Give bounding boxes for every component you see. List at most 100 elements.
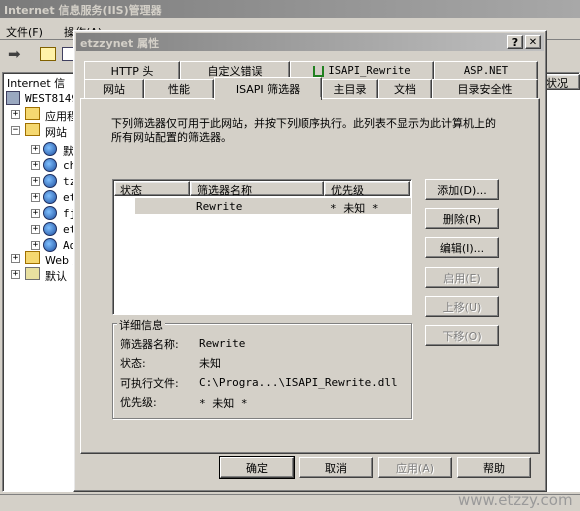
dialog-title-bar: etzzynet 属性 (76, 33, 544, 51)
expand-icon[interactable]: + (31, 177, 40, 186)
detail-name-value: Rewrite (199, 337, 246, 350)
column-header-status[interactable]: 状况 (542, 74, 580, 90)
help-button[interactable]: 帮助 (457, 457, 531, 478)
detail-exe-value: C:\Progra...\ISAPI_Rewrite.dll (199, 376, 398, 389)
close-button[interactable]: ✕ (525, 35, 541, 49)
expand-icon[interactable]: + (31, 241, 40, 250)
add-button[interactable]: 添加(D)... (425, 179, 499, 200)
main-title-bar: Internet 信息服务(IIS)管理器 (0, 0, 580, 18)
enable-button[interactable]: 启用(E) (425, 267, 499, 288)
isapi-rewrite-icon (313, 65, 325, 77)
ok-button[interactable]: 确定 (219, 456, 295, 479)
expand-icon[interactable]: + (31, 145, 40, 154)
filter-list[interactable]: 状态 筛选器名称 优先级 Rewrite * 未知 * (112, 179, 412, 315)
globe-icon (43, 158, 57, 172)
collapse-icon[interactable]: − (11, 126, 20, 135)
apply-button-label: 应用(A) (395, 461, 435, 475)
expand-icon[interactable]: + (11, 254, 20, 263)
expand-icon[interactable]: + (31, 161, 40, 170)
toolbar: ➡ (0, 42, 80, 68)
globe-icon (43, 190, 57, 204)
enable-button-label: 启用(E) (443, 271, 481, 285)
detail-status-value: 未知 (199, 357, 221, 370)
edit-button-label: 编辑(I)... (439, 241, 485, 255)
up-folder-icon[interactable] (40, 47, 56, 61)
column-header-priority-label: 优先级 (331, 184, 364, 197)
column-header-status-label: 状况 (546, 77, 568, 90)
column-header-filter-name-label: 筛选器名称 (197, 184, 252, 197)
dialog-title: etzzynet 属性 (80, 37, 160, 50)
tab-performance-label: 性能 (168, 83, 190, 96)
globe-icon (43, 238, 57, 252)
filters-description: 下列筛选器仅可用于此网站，并按下列顺序执行。此列表不显示为此计算机上的所有网站配… (111, 117, 503, 145)
tab-documents[interactable]: 文档 (378, 79, 432, 98)
column-header-priority[interactable]: 优先级 (324, 181, 410, 197)
detail-priority-value: * 未知 * (199, 397, 248, 410)
remove-button-label: 删除(R) (442, 212, 482, 226)
tree-header: Internet 信 (7, 77, 66, 90)
help-title-button[interactable]: ? (507, 35, 523, 49)
globe-icon (43, 142, 57, 156)
forward-arrow-icon[interactable]: ➡ (8, 45, 21, 63)
remove-button[interactable]: 删除(R) (425, 208, 499, 229)
details-legend: 详细信息 (117, 317, 165, 333)
edit-button[interactable]: 编辑(I)... (425, 237, 499, 258)
tab-active-joiner (215, 97, 321, 100)
close-icon: ✕ (528, 36, 538, 48)
expand-icon[interactable]: + (31, 225, 40, 234)
ok-button-label: 确定 (246, 461, 268, 475)
tab-asp-net[interactable]: ASP.NET (434, 61, 538, 80)
folder-icon (25, 251, 40, 264)
detail-exe-label: 可执行文件: (120, 377, 179, 390)
watermark: www.etzzy.com (458, 491, 573, 509)
column-header-status-label: 状态 (120, 184, 142, 197)
tree-panel: Internet 信 WEST8149 + 应用程 − 网站 + 默 + ch + tz +… (2, 72, 83, 492)
tab-asp-net-label: ASP.NET (463, 65, 509, 77)
detail-priority-label: 优先级: (120, 396, 157, 409)
globe-icon (43, 206, 57, 220)
table-row[interactable]: Rewrite * 未知 * (135, 198, 411, 215)
expand-icon[interactable]: + (11, 110, 20, 119)
filter-name-cell: Rewrite (196, 200, 243, 213)
help-button-label: 帮助 (483, 461, 505, 475)
tab-directory-security[interactable]: 目录安全性 (432, 79, 538, 98)
move-up-button[interactable]: 上移(U) (425, 296, 499, 317)
tab-website-label: 网站 (103, 83, 125, 96)
cancel-button[interactable]: 取消 (299, 457, 373, 478)
globe-icon (43, 174, 57, 188)
tree-item-server[interactable]: WEST8149 (25, 92, 78, 105)
move-down-button-label: 下移(O) (442, 329, 482, 343)
folder-open-icon (25, 123, 40, 136)
move-down-button[interactable]: 下移(O) (425, 325, 499, 346)
tab-directory-security-label: 目录安全性 (457, 83, 513, 96)
cancel-button-label: 取消 (325, 461, 347, 475)
folder-icon (25, 107, 40, 120)
tree-item-default[interactable]: 默认 (45, 268, 67, 284)
server-icon (6, 91, 20, 105)
help-title-button-label: ? (511, 35, 519, 49)
column-header-filter-name[interactable]: 筛选器名称 (190, 181, 324, 197)
apply-button[interactable]: 应用(A) (378, 457, 452, 478)
globe-icon (43, 222, 57, 236)
detail-status-label: 状态: (120, 357, 146, 370)
tab-http-headers-label: HTTP 头 (110, 65, 154, 78)
detail-name-label: 筛选器名称: (120, 338, 179, 351)
tab-isapi-rewrite-label: ISAPI_Rewrite (328, 65, 411, 77)
column-header-status[interactable]: 状态 (114, 181, 190, 197)
tab-documents-label: 文档 (394, 83, 416, 96)
tree-item-websites[interactable]: 网站 (45, 124, 67, 140)
expand-icon[interactable]: + (31, 193, 40, 202)
tab-website[interactable]: 网站 (84, 79, 144, 98)
add-button-label: 添加(D)... (437, 183, 487, 197)
tab-isapi-filters-label: ISAPI 筛选器 (235, 83, 301, 96)
filter-priority-cell: * 未知 * (330, 202, 379, 215)
expand-icon[interactable]: + (31, 209, 40, 218)
tab-performance[interactable]: 性能 (144, 79, 214, 98)
tab-home-directory-label: 主目录 (333, 83, 367, 96)
tab-home-directory[interactable]: 主目录 (322, 79, 378, 98)
menu-file[interactable]: 文件(F) (6, 24, 43, 40)
properties-dialog: etzzynet 属性 ? ✕ HTTP 头 自定义错误 ISAPI_Rewri… (73, 30, 547, 492)
expand-icon[interactable]: + (11, 270, 20, 279)
tab-http-headers[interactable]: HTTP 头 (84, 61, 180, 80)
filters-description-text: 下列筛选器仅可用于此网站，并按下列顺序执行。此列表不显示为此计算机上的所有网站配… (111, 117, 496, 144)
